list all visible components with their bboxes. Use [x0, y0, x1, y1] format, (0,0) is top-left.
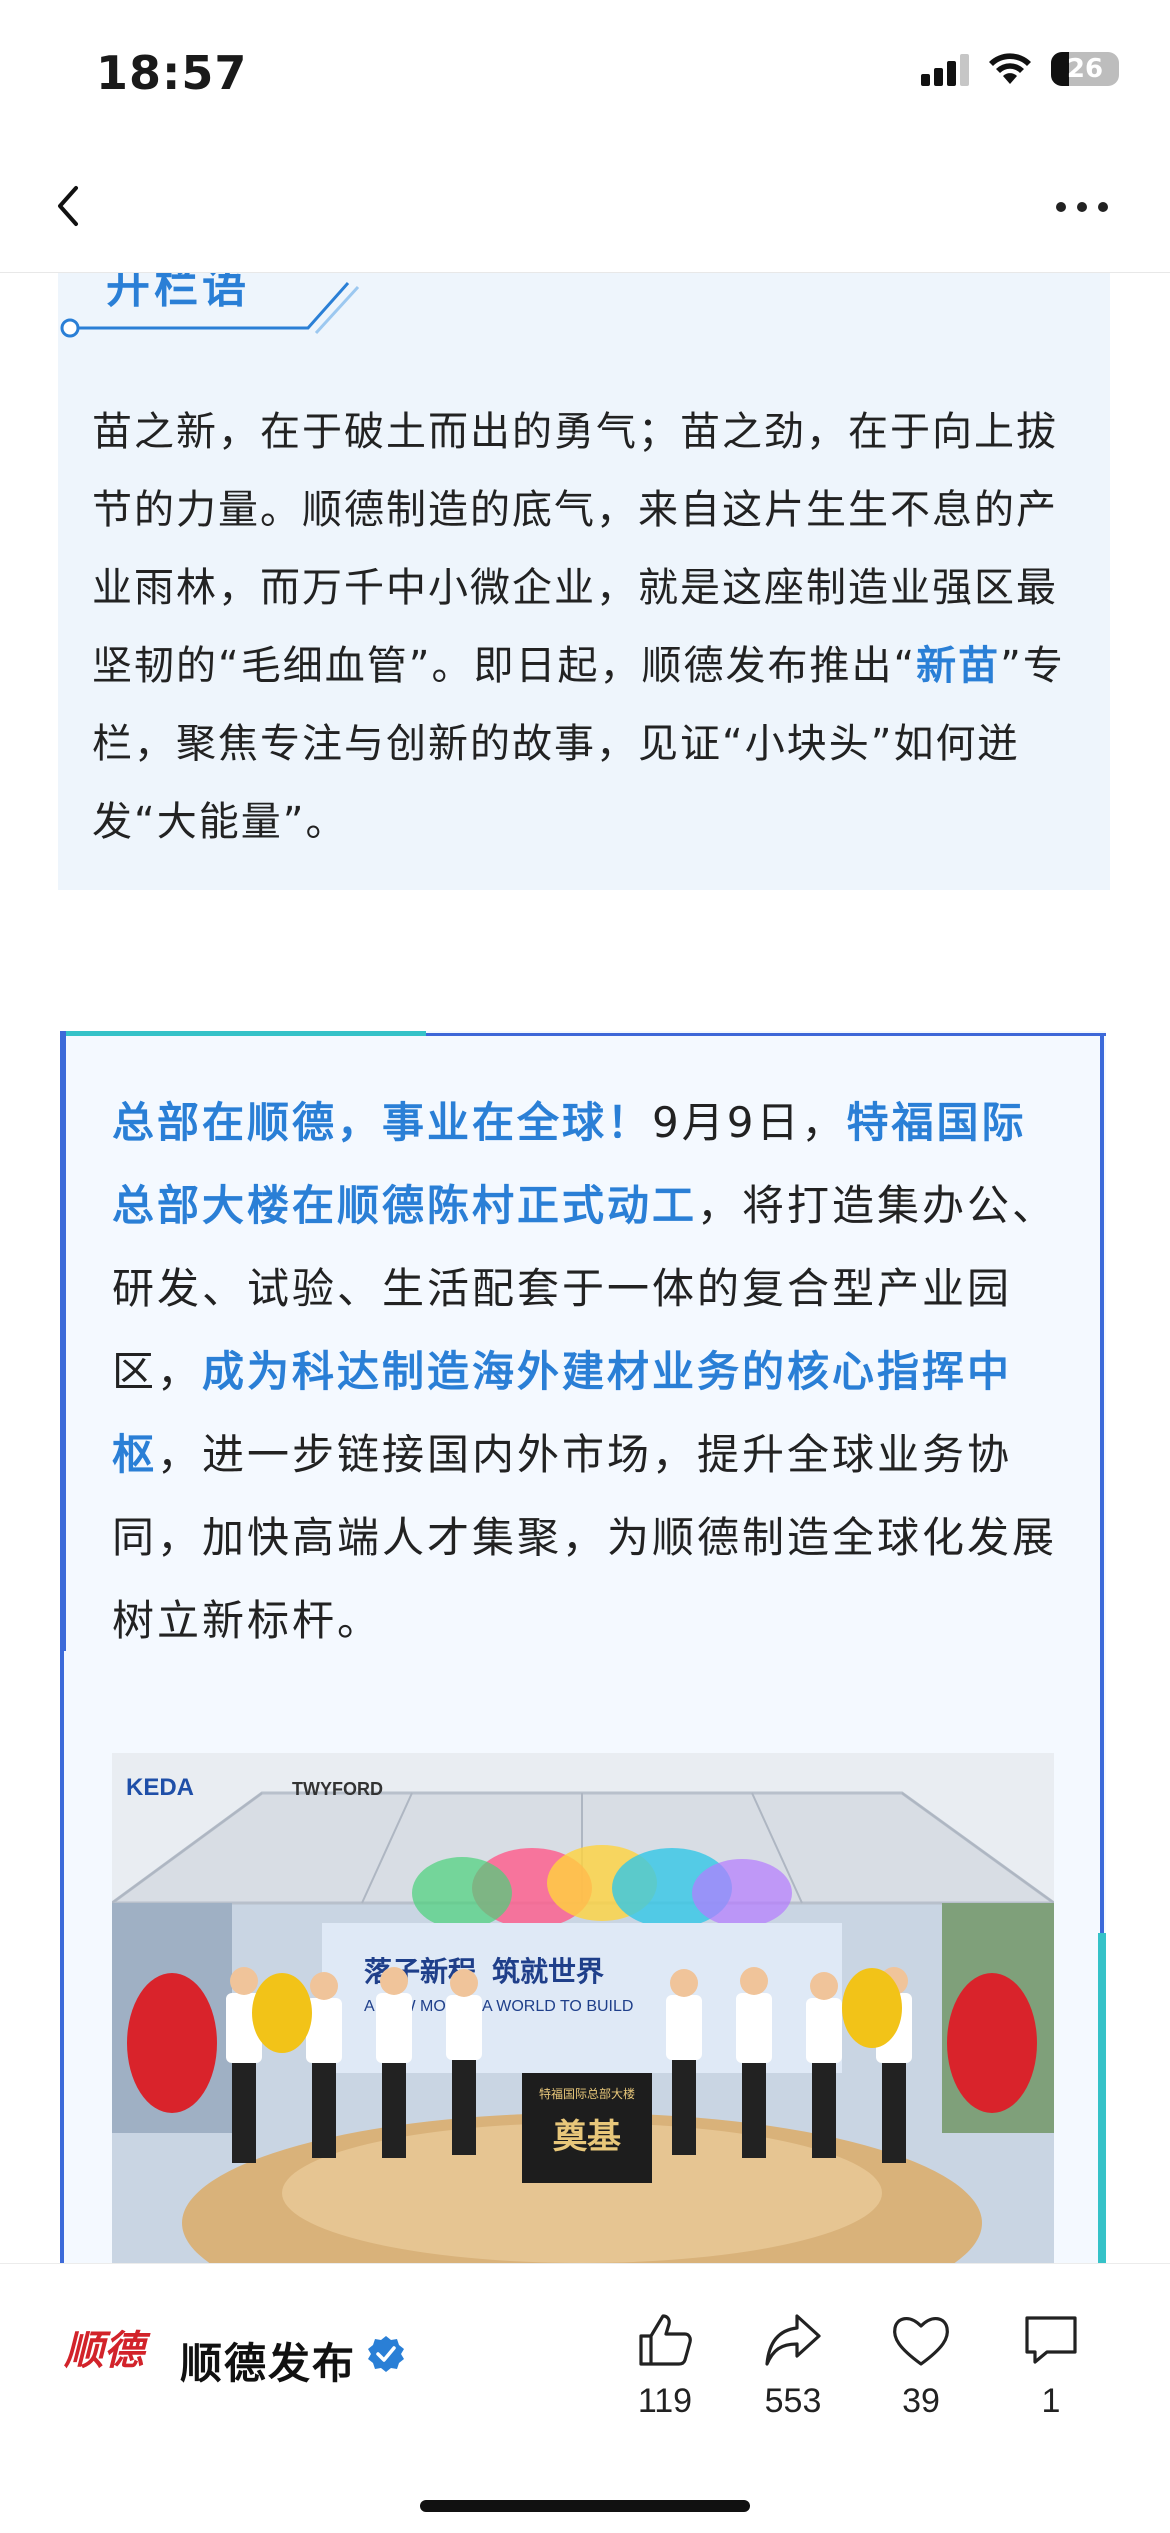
intro-tag: 开栏语: [106, 273, 250, 313]
intro-paragraph: 苗之新，在于破土而出的勇气；苗之劲，在于向上拔节的力量。顺德制造的底气，来自这片…: [92, 393, 1092, 861]
frame-line: [426, 1033, 1106, 1036]
highlighted-text: 总部在顺德，事业在全球！: [112, 1098, 653, 1147]
heart-icon: [893, 2317, 949, 2366]
photo-illustration: KEDA TWYFORD 落子新程 筑就世界 A NEW MOVE A WORL…: [112, 1753, 1054, 2263]
thumbs-up-icon: [639, 2314, 692, 2366]
status-time: 18:57: [96, 46, 248, 100]
account-name[interactable]: 顺德发布: [180, 2330, 356, 2391]
article-content: 开栏语 苗之新，在于破土而出的勇气；苗之劲，在于向上拔节的力量。顺德制造的底气，…: [0, 273, 1170, 2263]
frame-line: [1098, 1933, 1106, 2263]
back-chevron-icon[interactable]: [46, 182, 94, 230]
favorite-count: 39: [902, 2382, 940, 2420]
home-indicator[interactable]: [420, 2500, 750, 2512]
body-text: ，进一步链接国内外市场，提升全球业务协同，加快高端人才集聚，为顺德制造全球化发展…: [112, 1430, 1058, 1645]
body-text: 苗之新，在于破土而出的勇气；苗之劲，在于向上拔节的力量。顺德制造的底气，来自这片…: [92, 409, 1058, 689]
signal-icon: [921, 52, 969, 86]
foundation-stone-title: 特福国际总部大楼: [539, 2086, 635, 2101]
comment-count: 1: [1041, 2382, 1061, 2420]
like-button[interactable]: 119: [610, 2308, 720, 2421]
frame-line: [60, 1031, 426, 1036]
photo-stage-subtitle: A WORLD TO BUILD: [482, 1998, 633, 2015]
share-button[interactable]: 553: [738, 2308, 848, 2421]
like-count: 119: [637, 2382, 693, 2420]
nav-bar: [0, 140, 1170, 273]
frame-line: [60, 1651, 64, 2263]
battery-icon: 26: [1051, 52, 1119, 86]
status-icons: 26: [921, 52, 1119, 86]
highlighted-text: 新苗: [916, 643, 1001, 689]
verified-badge-icon: [368, 2336, 404, 2372]
more-dots-icon[interactable]: [1056, 202, 1108, 212]
groundbreaking-photo[interactable]: KEDA TWYFORD 落子新程 筑就世界 A NEW MOVE A WORL…: [112, 1753, 1054, 2263]
photo-brand: KEDA: [126, 1774, 194, 1801]
photo-stage-title: 筑就世界: [492, 1955, 604, 1988]
share-count: 553: [764, 2382, 822, 2420]
svg-text:顺德: 顺德: [64, 2327, 151, 2374]
photo-brand: TWYFORD: [292, 1779, 383, 1799]
favorite-button[interactable]: 39: [866, 2308, 976, 2421]
share-icon: [765, 2314, 821, 2366]
bottom-action-bar: 顺德 顺德发布 119 553 39 1: [0, 2263, 1170, 2533]
frame-line: [60, 1031, 66, 1651]
battery-level: 26: [1066, 54, 1104, 84]
status-bar: 18:57 26: [0, 0, 1170, 140]
body-text: 9月9日，: [652, 1098, 847, 1147]
intro-box: 开栏语 苗之新，在于破土而出的勇气；苗之劲，在于向上拔节的力量。顺德制造的底气，…: [58, 273, 1110, 890]
comment-icon: [1025, 2316, 1077, 2364]
wifi-icon: [989, 53, 1031, 84]
news-paragraph: 总部在顺德，事业在全球！9月9日，特福国际总部大楼在顺德陈村正式动工，将打造集办…: [112, 1081, 1062, 1662]
foundation-stone-text: 奠基: [553, 2117, 621, 2157]
account-logo[interactable]: 顺德: [62, 2316, 154, 2408]
comment-button[interactable]: 1: [996, 2308, 1106, 2421]
